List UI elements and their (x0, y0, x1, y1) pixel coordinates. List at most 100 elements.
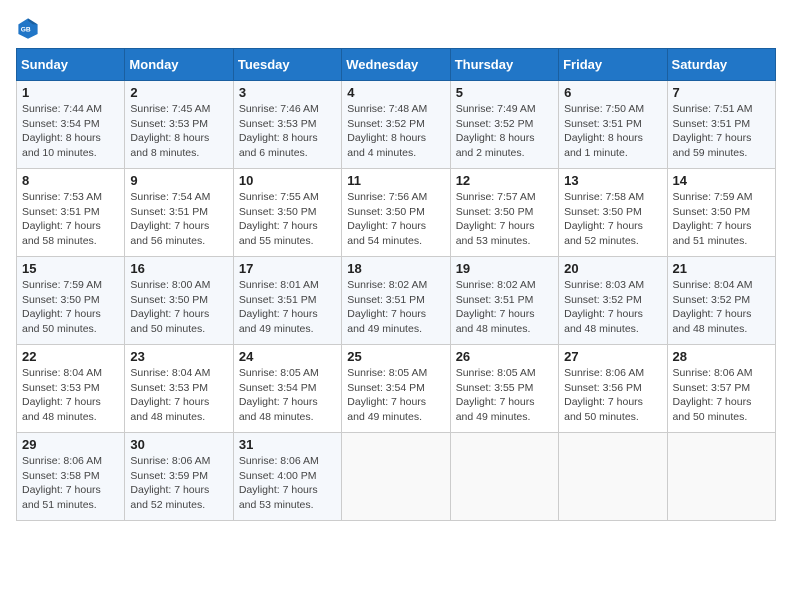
calendar-cell: 18 Sunrise: 8:02 AMSunset: 3:51 PMDaylig… (342, 257, 450, 345)
day-number: 5 (456, 85, 553, 100)
day-number: 19 (456, 261, 553, 276)
col-header-sunday: Sunday (17, 49, 125, 81)
day-detail: Sunrise: 7:44 AMSunset: 3:54 PMDaylight:… (22, 103, 102, 159)
day-number: 1 (22, 85, 119, 100)
day-detail: Sunrise: 8:04 AMSunset: 3:53 PMDaylight:… (22, 367, 102, 423)
day-detail: Sunrise: 8:05 AMSunset: 3:55 PMDaylight:… (456, 367, 536, 423)
calendar-cell: 1 Sunrise: 7:44 AMSunset: 3:54 PMDayligh… (17, 81, 125, 169)
calendar-cell: 6 Sunrise: 7:50 AMSunset: 3:51 PMDayligh… (559, 81, 667, 169)
calendar-cell: 12 Sunrise: 7:57 AMSunset: 3:50 PMDaylig… (450, 169, 558, 257)
day-number: 14 (673, 173, 770, 188)
day-number: 28 (673, 349, 770, 364)
calendar-cell: 26 Sunrise: 8:05 AMSunset: 3:55 PMDaylig… (450, 345, 558, 433)
day-detail: Sunrise: 7:49 AMSunset: 3:52 PMDaylight:… (456, 103, 536, 159)
day-detail: Sunrise: 7:56 AMSunset: 3:50 PMDaylight:… (347, 191, 427, 247)
day-detail: Sunrise: 8:03 AMSunset: 3:52 PMDaylight:… (564, 279, 644, 335)
day-number: 27 (564, 349, 661, 364)
calendar-week-row: 22 Sunrise: 8:04 AMSunset: 3:53 PMDaylig… (17, 345, 776, 433)
day-detail: Sunrise: 7:57 AMSunset: 3:50 PMDaylight:… (456, 191, 536, 247)
col-header-friday: Friday (559, 49, 667, 81)
day-detail: Sunrise: 8:05 AMSunset: 3:54 PMDaylight:… (347, 367, 427, 423)
day-number: 7 (673, 85, 770, 100)
calendar-cell: 23 Sunrise: 8:04 AMSunset: 3:53 PMDaylig… (125, 345, 233, 433)
calendar-cell: 17 Sunrise: 8:01 AMSunset: 3:51 PMDaylig… (233, 257, 341, 345)
day-detail: Sunrise: 7:55 AMSunset: 3:50 PMDaylight:… (239, 191, 319, 247)
day-number: 22 (22, 349, 119, 364)
calendar-cell: 28 Sunrise: 8:06 AMSunset: 3:57 PMDaylig… (667, 345, 775, 433)
day-number: 16 (130, 261, 227, 276)
day-number: 13 (564, 173, 661, 188)
day-number: 23 (130, 349, 227, 364)
day-number: 8 (22, 173, 119, 188)
calendar-cell (667, 433, 775, 521)
calendar-cell: 15 Sunrise: 7:59 AMSunset: 3:50 PMDaylig… (17, 257, 125, 345)
svg-text:GB: GB (21, 27, 31, 34)
day-detail: Sunrise: 8:02 AMSunset: 3:51 PMDaylight:… (456, 279, 536, 335)
day-detail: Sunrise: 8:06 AMSunset: 3:57 PMDaylight:… (673, 367, 753, 423)
day-detail: Sunrise: 8:04 AMSunset: 3:53 PMDaylight:… (130, 367, 210, 423)
calendar-cell: 3 Sunrise: 7:46 AMSunset: 3:53 PMDayligh… (233, 81, 341, 169)
calendar-cell: 20 Sunrise: 8:03 AMSunset: 3:52 PMDaylig… (559, 257, 667, 345)
day-detail: Sunrise: 7:59 AMSunset: 3:50 PMDaylight:… (673, 191, 753, 247)
calendar-cell: 21 Sunrise: 8:04 AMSunset: 3:52 PMDaylig… (667, 257, 775, 345)
col-header-wednesday: Wednesday (342, 49, 450, 81)
day-detail: Sunrise: 7:54 AMSunset: 3:51 PMDaylight:… (130, 191, 210, 247)
day-detail: Sunrise: 8:06 AMSunset: 3:56 PMDaylight:… (564, 367, 644, 423)
day-number: 9 (130, 173, 227, 188)
day-number: 12 (456, 173, 553, 188)
calendar-header-row: SundayMondayTuesdayWednesdayThursdayFrid… (17, 49, 776, 81)
day-detail: Sunrise: 7:58 AMSunset: 3:50 PMDaylight:… (564, 191, 644, 247)
day-number: 21 (673, 261, 770, 276)
calendar-cell: 27 Sunrise: 8:06 AMSunset: 3:56 PMDaylig… (559, 345, 667, 433)
logo-icon: GB (16, 16, 40, 40)
calendar-cell (342, 433, 450, 521)
day-detail: Sunrise: 8:00 AMSunset: 3:50 PMDaylight:… (130, 279, 210, 335)
calendar-cell: 16 Sunrise: 8:00 AMSunset: 3:50 PMDaylig… (125, 257, 233, 345)
day-number: 26 (456, 349, 553, 364)
day-detail: Sunrise: 8:06 AMSunset: 3:59 PMDaylight:… (130, 455, 210, 511)
day-detail: Sunrise: 8:06 AMSunset: 3:58 PMDaylight:… (22, 455, 102, 511)
day-number: 3 (239, 85, 336, 100)
calendar-cell: 22 Sunrise: 8:04 AMSunset: 3:53 PMDaylig… (17, 345, 125, 433)
calendar-cell (450, 433, 558, 521)
day-detail: Sunrise: 7:48 AMSunset: 3:52 PMDaylight:… (347, 103, 427, 159)
day-number: 11 (347, 173, 444, 188)
calendar-cell (559, 433, 667, 521)
calendar-cell: 9 Sunrise: 7:54 AMSunset: 3:51 PMDayligh… (125, 169, 233, 257)
calendar-cell: 10 Sunrise: 7:55 AMSunset: 3:50 PMDaylig… (233, 169, 341, 257)
day-detail: Sunrise: 8:01 AMSunset: 3:51 PMDaylight:… (239, 279, 319, 335)
day-number: 4 (347, 85, 444, 100)
calendar-cell: 14 Sunrise: 7:59 AMSunset: 3:50 PMDaylig… (667, 169, 775, 257)
day-number: 10 (239, 173, 336, 188)
calendar-week-row: 8 Sunrise: 7:53 AMSunset: 3:51 PMDayligh… (17, 169, 776, 257)
day-detail: Sunrise: 7:45 AMSunset: 3:53 PMDaylight:… (130, 103, 210, 159)
calendar-week-row: 1 Sunrise: 7:44 AMSunset: 3:54 PMDayligh… (17, 81, 776, 169)
col-header-monday: Monday (125, 49, 233, 81)
calendar-cell: 4 Sunrise: 7:48 AMSunset: 3:52 PMDayligh… (342, 81, 450, 169)
calendar-week-row: 29 Sunrise: 8:06 AMSunset: 3:58 PMDaylig… (17, 433, 776, 521)
calendar-cell: 29 Sunrise: 8:06 AMSunset: 3:58 PMDaylig… (17, 433, 125, 521)
calendar-cell: 11 Sunrise: 7:56 AMSunset: 3:50 PMDaylig… (342, 169, 450, 257)
day-number: 15 (22, 261, 119, 276)
calendar-cell: 2 Sunrise: 7:45 AMSunset: 3:53 PMDayligh… (125, 81, 233, 169)
day-number: 31 (239, 437, 336, 452)
day-detail: Sunrise: 7:51 AMSunset: 3:51 PMDaylight:… (673, 103, 753, 159)
day-detail: Sunrise: 8:04 AMSunset: 3:52 PMDaylight:… (673, 279, 753, 335)
day-number: 30 (130, 437, 227, 452)
day-number: 6 (564, 85, 661, 100)
day-number: 17 (239, 261, 336, 276)
day-detail: Sunrise: 8:06 AMSunset: 4:00 PMDaylight:… (239, 455, 319, 511)
day-number: 20 (564, 261, 661, 276)
calendar-cell: 19 Sunrise: 8:02 AMSunset: 3:51 PMDaylig… (450, 257, 558, 345)
day-detail: Sunrise: 8:02 AMSunset: 3:51 PMDaylight:… (347, 279, 427, 335)
col-header-tuesday: Tuesday (233, 49, 341, 81)
calendar-cell: 13 Sunrise: 7:58 AMSunset: 3:50 PMDaylig… (559, 169, 667, 257)
day-detail: Sunrise: 7:53 AMSunset: 3:51 PMDaylight:… (22, 191, 102, 247)
calendar-cell: 30 Sunrise: 8:06 AMSunset: 3:59 PMDaylig… (125, 433, 233, 521)
col-header-thursday: Thursday (450, 49, 558, 81)
calendar-table: SundayMondayTuesdayWednesdayThursdayFrid… (16, 48, 776, 521)
day-number: 2 (130, 85, 227, 100)
calendar-cell: 24 Sunrise: 8:05 AMSunset: 3:54 PMDaylig… (233, 345, 341, 433)
day-detail: Sunrise: 7:50 AMSunset: 3:51 PMDaylight:… (564, 103, 644, 159)
calendar-cell: 8 Sunrise: 7:53 AMSunset: 3:51 PMDayligh… (17, 169, 125, 257)
